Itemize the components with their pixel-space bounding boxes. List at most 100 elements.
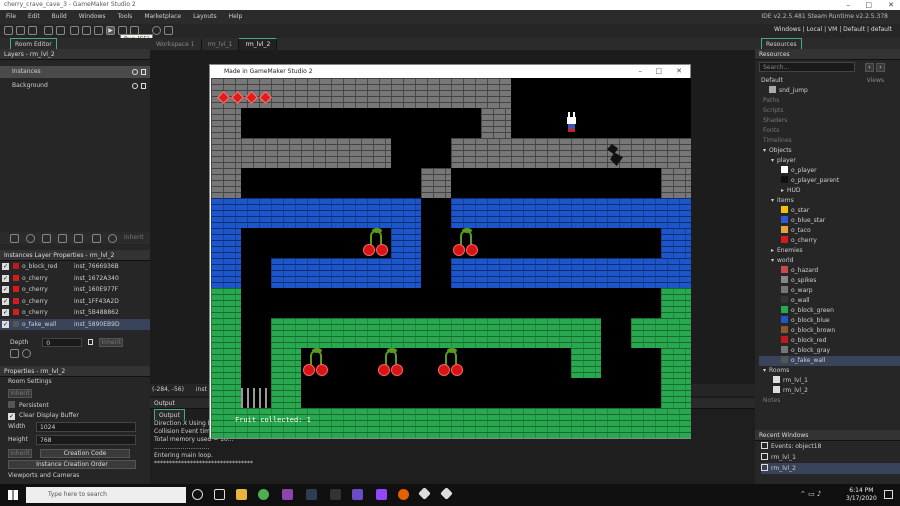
chevron-left-icon[interactable]: ‹ bbox=[865, 62, 874, 72]
inherit-button[interactable]: Inherit bbox=[124, 234, 144, 241]
delete-instance-icon[interactable] bbox=[22, 349, 31, 358]
debug-icon[interactable] bbox=[94, 26, 103, 35]
notifications-icon[interactable] bbox=[884, 490, 893, 499]
firefox-icon[interactable] bbox=[398, 489, 409, 500]
game-minimize-button[interactable]: – bbox=[639, 65, 643, 78]
chrome-icon[interactable] bbox=[258, 489, 269, 500]
resource-item[interactable]: o_block_green bbox=[759, 306, 900, 316]
menu-help[interactable]: Help bbox=[223, 10, 249, 24]
resource-item[interactable]: ▾ player bbox=[759, 156, 900, 166]
resource-item[interactable]: o_taco bbox=[759, 226, 900, 236]
resource-item[interactable]: Shaders bbox=[759, 116, 900, 126]
expand-arrow-icon[interactable]: ▾ bbox=[771, 157, 774, 164]
instance-order-button[interactable]: Instance Creation Order bbox=[8, 460, 136, 469]
resource-item[interactable]: rm_lvl_1 bbox=[759, 376, 900, 386]
resource-item[interactable]: o_hazard bbox=[759, 266, 900, 276]
tab-rm-lvl-2[interactable]: rm_lvl_2 bbox=[239, 38, 278, 50]
visible-checkbox[interactable]: ✓ bbox=[2, 263, 9, 270]
app-icon[interactable] bbox=[282, 489, 293, 500]
creation-code-button[interactable]: Creation Code bbox=[40, 448, 130, 458]
resource-item[interactable]: o_warp bbox=[759, 286, 900, 296]
resource-item[interactable]: ▸ HUD bbox=[759, 186, 900, 196]
resource-item[interactable]: Timelines bbox=[759, 136, 900, 146]
add-layer-icon[interactable] bbox=[10, 234, 19, 243]
delete-layer-icon[interactable] bbox=[108, 234, 117, 243]
output-tab[interactable]: Output bbox=[154, 409, 185, 420]
tab-workspace[interactable]: Workspace 1 bbox=[150, 39, 202, 51]
resource-item[interactable]: ▾ world bbox=[759, 256, 900, 266]
expand-arrow-icon[interactable]: ▾ bbox=[763, 367, 766, 374]
resource-item[interactable]: Scripts bbox=[759, 106, 900, 116]
game-maximize-button[interactable]: □ bbox=[655, 65, 662, 78]
layer-instances[interactable]: Instances bbox=[0, 66, 150, 78]
resource-item[interactable]: snd_jump bbox=[759, 86, 900, 96]
new-project-icon[interactable] bbox=[4, 26, 13, 35]
layer-background[interactable]: Background bbox=[0, 80, 150, 92]
resource-item[interactable]: ▾ items bbox=[759, 196, 900, 206]
expand-arrow-icon[interactable]: ▸ bbox=[781, 187, 784, 194]
resource-item[interactable]: o_block_gray bbox=[759, 346, 900, 356]
menu-windows[interactable]: Windows bbox=[73, 10, 112, 24]
clean-icon[interactable] bbox=[82, 26, 91, 35]
inherit-button[interactable]: Inherit bbox=[8, 448, 32, 458]
recent-window-item[interactable]: Events: object18 bbox=[761, 441, 900, 452]
twitch-icon[interactable] bbox=[376, 489, 387, 500]
resource-item[interactable]: o_player bbox=[759, 166, 900, 176]
task-view-icon[interactable] bbox=[214, 489, 225, 500]
close-button[interactable]: ✕ bbox=[888, 0, 894, 10]
folder-icon[interactable] bbox=[92, 234, 101, 243]
path-layer-icon[interactable] bbox=[58, 234, 67, 243]
lock-icon[interactable] bbox=[88, 339, 94, 345]
undo-icon[interactable] bbox=[44, 26, 53, 35]
instance-row[interactable]: ✓ o_cherry inst_1FF43A2D bbox=[0, 296, 150, 308]
visible-checkbox[interactable]: ✓ bbox=[2, 309, 9, 316]
resource-item[interactable]: o_block_brown bbox=[759, 326, 900, 336]
steam-icon[interactable] bbox=[306, 489, 317, 500]
resource-item[interactable]: o_fake_wall bbox=[759, 356, 900, 366]
resource-item[interactable]: o_spikes bbox=[759, 276, 900, 286]
expand-arrow-icon[interactable]: ▾ bbox=[763, 147, 766, 154]
visible-checkbox[interactable]: ✓ bbox=[2, 320, 9, 328]
visible-checkbox[interactable]: ✓ bbox=[2, 297, 9, 305]
resource-item[interactable]: o_wall bbox=[759, 296, 900, 306]
resource-item[interactable]: Notes bbox=[759, 396, 900, 406]
instance-row[interactable]: ✓ o_cherry inst_1672A340 bbox=[0, 273, 150, 285]
instance-row[interactable]: ✓ o_cherry inst_160E977F bbox=[0, 284, 150, 296]
resource-item[interactable]: o_block_blue bbox=[759, 316, 900, 326]
instance-row[interactable]: ✓ o_block_red inst_7666936B bbox=[0, 261, 150, 273]
recent-window-item[interactable]: rm_lvl_1 bbox=[761, 452, 900, 463]
target-selector[interactable]: Windows | Local | VM | Default | default bbox=[774, 26, 892, 33]
game-canvas[interactable]: Fruit collected: 1 bbox=[211, 78, 691, 438]
chevron-right-icon[interactable]: › bbox=[876, 62, 885, 72]
resources-tab[interactable]: Resources bbox=[761, 38, 802, 49]
expand-arrow-icon[interactable]: ▸ bbox=[771, 247, 774, 254]
resource-item[interactable]: rm_lvl_2 bbox=[759, 386, 900, 396]
game-close-button[interactable]: ✕ bbox=[676, 65, 682, 78]
resource-search-input[interactable]: Search... bbox=[759, 62, 855, 72]
resource-item[interactable]: o_star bbox=[759, 206, 900, 216]
discord-icon[interactable] bbox=[352, 489, 363, 500]
game-options-icon[interactable] bbox=[164, 26, 173, 35]
resource-item[interactable]: o_cherry bbox=[759, 236, 900, 246]
group-dropdown[interactable]: Default bbox=[761, 77, 783, 84]
windows-start-icon[interactable] bbox=[8, 490, 18, 500]
views-dropdown[interactable]: Views bbox=[867, 77, 884, 84]
expand-arrow-icon[interactable]: ▾ bbox=[771, 257, 774, 264]
menu-tools[interactable]: Tools bbox=[112, 10, 139, 24]
recent-window-item[interactable]: rm_lvl_2 bbox=[761, 463, 900, 474]
lock-icon[interactable] bbox=[141, 69, 146, 75]
resource-item[interactable]: ▾ Rooms bbox=[759, 366, 900, 376]
expand-arrow-icon[interactable]: ▾ bbox=[771, 197, 774, 204]
resource-item[interactable]: ▾ Objects bbox=[759, 146, 900, 156]
game-window[interactable]: Made in GameMaker Studio 2 – □ ✕ Fruit c… bbox=[209, 64, 691, 439]
build-icon[interactable] bbox=[70, 26, 79, 35]
width-field[interactable]: 1024 bbox=[36, 422, 136, 432]
resource-item[interactable]: Paths bbox=[759, 96, 900, 106]
app-icon[interactable] bbox=[330, 489, 341, 500]
inherit-button[interactable]: Inherit bbox=[99, 337, 124, 347]
instance-row[interactable]: ✓ o_cherry inst_5B488862 bbox=[0, 307, 150, 319]
lock-icon[interactable] bbox=[141, 83, 146, 89]
redo-icon[interactable] bbox=[56, 26, 65, 35]
eye-icon[interactable] bbox=[132, 83, 138, 89]
taskbar-search-input[interactable]: Type here to search bbox=[26, 487, 186, 503]
